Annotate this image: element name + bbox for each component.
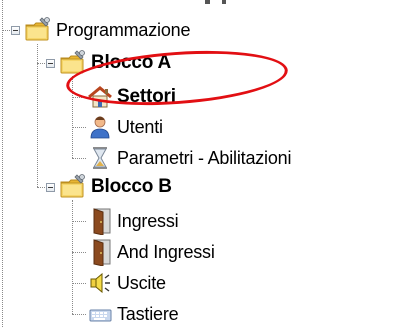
tree-node-label: Blocco B (91, 176, 172, 197)
tree-connector-line (2, 30, 10, 31)
tree-view: Programmazione Blocco A Settori Utenti P… (0, 0, 393, 327)
tree-node-and-ingressi[interactable]: And Ingressi (86, 237, 215, 267)
tree-node-tastiere[interactable]: Tastiere (86, 299, 179, 329)
clipped-row-fragment (205, 0, 210, 4)
tree-node-programmazione[interactable]: Programmazione (23, 15, 190, 45)
tree-connector-line (72, 283, 86, 284)
door-icon (86, 238, 114, 267)
user-icon (86, 113, 114, 141)
tree-node-label: Programmazione (56, 19, 191, 40)
keyboard-icon (86, 300, 114, 328)
collapse-toggle[interactable] (46, 59, 55, 68)
tree-node-label: Utenti (117, 116, 163, 137)
hourglass-icon (86, 144, 114, 172)
tree-connector-line (72, 252, 86, 253)
tree-node-blocco-b[interactable]: Blocco B (58, 172, 172, 202)
tree-node-label: Tastiere (117, 303, 179, 324)
tree-connector-line (72, 127, 86, 128)
tree-connector-line (72, 158, 86, 159)
tree-connector-line (72, 200, 73, 314)
tree-node-ingressi[interactable]: Ingressi (86, 206, 179, 236)
tree-connector-line (72, 314, 86, 315)
folder-wrench-icon (23, 16, 53, 44)
tree-node-parametri-abilitazioni[interactable]: Parametri - Abilitazioni (86, 143, 291, 173)
collapse-toggle[interactable] (11, 26, 20, 35)
tree-connector-line (37, 44, 38, 187)
clipped-row-fragment (222, 0, 226, 4)
speaker-icon (86, 269, 114, 297)
tree-node-uscite[interactable]: Uscite (86, 268, 166, 298)
collapse-toggle[interactable] (46, 183, 55, 192)
tree-node-label: And Ingressi (117, 241, 215, 262)
tree-node-utenti[interactable]: Utenti (86, 112, 163, 142)
tree-node-label: Ingressi (117, 210, 179, 231)
folder-wrench-icon (58, 173, 88, 201)
door-icon (86, 207, 114, 236)
tree-node-label: Uscite (117, 272, 166, 293)
tree-connector-line (2, 0, 3, 327)
tree-connector-line (72, 221, 86, 222)
tree-node-label: Parametri - Abilitazioni (117, 147, 292, 168)
